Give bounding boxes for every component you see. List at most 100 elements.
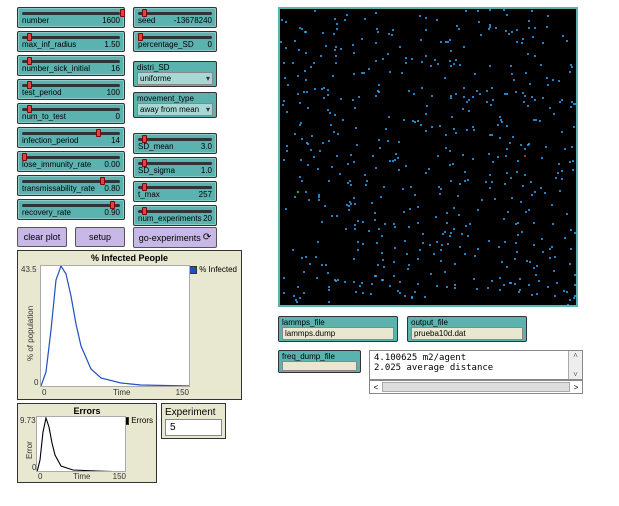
- slider-track[interactable]: [138, 12, 212, 15]
- agent-dot: [297, 286, 299, 288]
- agent-dot: [388, 33, 390, 35]
- slider-t-max[interactable]: t_max257: [133, 181, 217, 202]
- slider-thumb[interactable]: [27, 33, 32, 41]
- slider-thumb[interactable]: [27, 81, 32, 89]
- slider-thumb[interactable]: [138, 33, 143, 41]
- input-value[interactable]: [282, 361, 357, 371]
- slider-label: percentage_SD: [138, 40, 194, 49]
- agent-dot: [489, 134, 491, 136]
- agent-dot: [419, 15, 421, 17]
- slider-test-period[interactable]: test_period100: [17, 79, 125, 100]
- slider-track[interactable]: [138, 186, 212, 189]
- go-experiments-button[interactable]: go-experiments ⟳: [133, 227, 217, 248]
- agent-dot: [437, 155, 439, 157]
- scroll-right-icon[interactable]: >: [570, 383, 582, 392]
- cycle-icon: ⟳: [203, 232, 211, 243]
- slider-infection-period[interactable]: infection_period14: [17, 127, 125, 148]
- agent-dot: [283, 277, 285, 279]
- agent-dot: [558, 80, 560, 82]
- chevron-down-icon: ▾: [206, 74, 210, 83]
- slider-num-experiments[interactable]: num_experiments20: [133, 205, 217, 226]
- slider-track[interactable]: [22, 60, 120, 63]
- slider-recovery-rate[interactable]: recovery_rate0.90: [17, 199, 125, 220]
- agent-dot: [323, 97, 325, 99]
- slider-label: test_period: [22, 88, 62, 97]
- scroll-track[interactable]: [382, 382, 570, 392]
- slider-track[interactable]: [22, 12, 120, 15]
- slider-thumb[interactable]: [142, 135, 147, 143]
- slider-thumb[interactable]: [96, 129, 101, 137]
- agent-dot: [446, 286, 448, 288]
- chooser-movement-type[interactable]: movement_type away from mean▾: [133, 92, 217, 118]
- slider-track[interactable]: [138, 138, 212, 141]
- agent-dot: [571, 101, 573, 103]
- input-lammps-file[interactable]: lammps_file lammps.dump: [278, 316, 398, 342]
- agent-dot: [389, 160, 391, 162]
- slider-seed[interactable]: seed-13678240: [133, 7, 217, 28]
- output-hscroll[interactable]: < >: [369, 380, 583, 394]
- scroll-up-icon[interactable]: ˄: [573, 351, 578, 360]
- slider-thumb[interactable]: [120, 9, 125, 17]
- slider-number[interactable]: number1600: [17, 7, 125, 28]
- slider-lose-immunity-rate[interactable]: lose_immunity_rate0.00: [17, 151, 125, 172]
- agent-dot: [445, 147, 447, 149]
- input-freq-dump-file[interactable]: freq_dump_file: [278, 350, 361, 373]
- scroll-left-icon[interactable]: <: [370, 383, 382, 392]
- slider-track[interactable]: [22, 84, 120, 87]
- slider-SD-mean[interactable]: SD_mean3.0: [133, 133, 217, 154]
- slider-track[interactable]: [138, 162, 212, 165]
- slider-track[interactable]: [22, 108, 120, 111]
- input-output-file[interactable]: output_file prueba10d.dat: [407, 316, 527, 342]
- agent-dot: [405, 165, 407, 167]
- clear-plot-button[interactable]: clear plot: [17, 227, 67, 247]
- slider-transmissability-rate[interactable]: transmissability_rate0.80: [17, 175, 125, 196]
- slider-track[interactable]: [138, 36, 212, 39]
- agent-dot: [280, 41, 282, 43]
- agent-dot: [488, 240, 490, 242]
- agent-dot: [410, 186, 412, 188]
- scroll-down-icon[interactable]: ˅: [573, 370, 578, 379]
- input-value[interactable]: lammps.dump: [282, 327, 394, 340]
- slider-thumb[interactable]: [27, 57, 32, 65]
- output-vscroll[interactable]: ˄ ˅: [568, 351, 582, 379]
- agent-dot: [350, 203, 352, 205]
- slider-track[interactable]: [22, 132, 120, 135]
- slider-thumb[interactable]: [27, 105, 32, 113]
- agent-dot: [337, 279, 339, 281]
- slider-thumb[interactable]: [100, 177, 105, 185]
- agent-dot: [425, 172, 427, 174]
- agent-dot: [458, 28, 460, 30]
- agent-dot: [515, 91, 517, 93]
- slider-track[interactable]: [22, 156, 120, 159]
- slider-num-to-test[interactable]: num_to_test0: [17, 103, 125, 124]
- slider-thumb[interactable]: [142, 207, 147, 215]
- setup-button[interactable]: setup: [75, 227, 125, 247]
- slider-thumb[interactable]: [142, 159, 147, 167]
- world-view[interactable]: [278, 7, 578, 307]
- slider-number-sick-initial[interactable]: number_sick_initial16: [17, 55, 125, 76]
- agent-dot: [510, 65, 512, 67]
- input-value[interactable]: prueba10d.dat: [411, 327, 523, 340]
- slider-thumb[interactable]: [22, 153, 27, 161]
- agent-dot: [335, 280, 337, 282]
- slider-thumb[interactable]: [142, 9, 147, 17]
- slider-track[interactable]: [22, 36, 120, 39]
- slider-value: 1600: [102, 16, 120, 25]
- chooser-distri-sd[interactable]: distri_SD uniforme▾: [133, 61, 217, 87]
- agent-dot: [522, 92, 524, 94]
- agent-dot: [285, 21, 287, 23]
- agent-dot: [392, 29, 394, 31]
- agent-dot: [429, 244, 431, 246]
- slider-thumb[interactable]: [142, 183, 147, 191]
- agent-dot: [528, 284, 530, 286]
- slider-track[interactable]: [138, 210, 212, 213]
- slider-thumb[interactable]: [110, 201, 115, 209]
- slider-max-inf-radius[interactable]: max_inf_radius1.50: [17, 31, 125, 52]
- agent-dot: [375, 42, 377, 44]
- slider-track[interactable]: [22, 180, 120, 183]
- agent-dot: [375, 167, 377, 169]
- slider-SD-sigma[interactable]: SD_sigma1.0: [133, 157, 217, 178]
- slider-track[interactable]: [22, 204, 120, 207]
- slider-percentage-SD[interactable]: percentage_SD0: [133, 31, 217, 52]
- agent-dot: [334, 49, 336, 51]
